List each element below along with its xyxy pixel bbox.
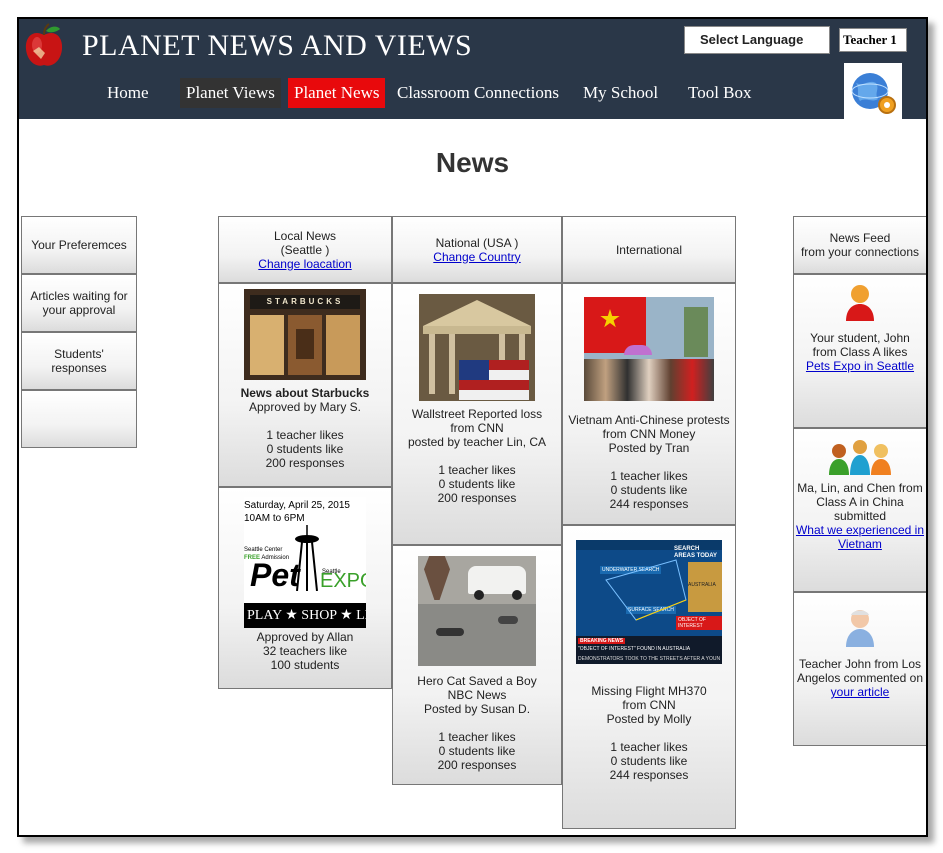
poster-time: 10AM to 6PM: [244, 513, 305, 524]
card-source: from CNN Money: [602, 427, 696, 441]
card-posted-by: Posted by Tran: [608, 441, 690, 455]
card-headline[interactable]: Missing Flight MH370: [565, 684, 733, 698]
feed-item-link[interactable]: What we experienced in Vietnam: [795, 523, 925, 551]
news-card-mh370[interactable]: SEARCH AREAS TODAY AUSTRALIA UNDERWATER …: [562, 525, 736, 829]
menu-label: Articles waiting for your approval: [30, 289, 128, 317]
ticker-crawl: DEMONSTRATORS TOOK TO THE STREETS AFTER …: [578, 656, 720, 662]
globe-settings-icon[interactable]: [844, 63, 902, 119]
nav-home[interactable]: Home: [101, 78, 155, 108]
poster-date: Saturday, April 25, 2015: [244, 500, 350, 511]
column-title: National (USA ): [435, 235, 519, 250]
card-source: NBC News: [447, 688, 507, 702]
page-title: News: [435, 147, 510, 178]
teacher-likes: 1 teacher likes: [610, 740, 688, 754]
column-header-local: Local News (Seattle ) Change loacation: [218, 216, 392, 283]
news-card-starbucks[interactable]: STARBUCKS News about Starbucks Approved …: [218, 283, 392, 487]
site-title[interactable]: PLANET NEWS AND VIEWS: [82, 29, 472, 63]
menu-articles-waiting[interactable]: Articles waiting for your approval: [21, 274, 137, 332]
ticker-breaking: BREAKING NEWS: [578, 638, 626, 644]
feed-item: Ma, Lin, and Chen from Class A in China …: [793, 428, 926, 592]
starbucks-image[interactable]: STARBUCKS: [244, 289, 366, 380]
teacher-avatar-icon: [846, 610, 874, 647]
feed-item-text: Teacher John from Los Angelos commented …: [796, 657, 924, 685]
teacher-likes: 1 teacher likes: [438, 730, 516, 744]
hero-cat-image[interactable]: [418, 556, 536, 666]
student-likes: 0 students like: [266, 442, 344, 456]
nav-classroom-connections[interactable]: Classroom Connections: [391, 78, 565, 108]
language-select[interactable]: Select Language: [684, 26, 830, 54]
page-frame: PLANET NEWS AND VIEWS Select Language Te…: [17, 17, 928, 837]
feed-item-text: Ma, Lin, and Chen from Class A in China …: [797, 481, 923, 523]
news-card-wallstreet[interactable]: Wallstreet Reported loss from CNN posted…: [392, 283, 562, 545]
news-card-hero-cat[interactable]: Hero Cat Saved a Boy NBC News Posted by …: [392, 545, 562, 785]
card-headline[interactable]: Vietnam Anti-Chinese protests: [565, 413, 733, 427]
news-feed-header: News Feed from your connections: [793, 216, 926, 274]
poster-bottom-banner: PLAY ★ SHOP ★ LE: [244, 603, 366, 628]
menu-students-responses[interactable]: Students' responses: [21, 332, 137, 390]
menu-label: Students' responses: [51, 347, 107, 375]
mh370-map-image[interactable]: SEARCH AREAS TODAY AUSTRALIA UNDERWATER …: [576, 540, 722, 664]
starbucks-sign: STARBUCKS: [250, 295, 360, 309]
response-count: 200 responses: [437, 758, 517, 772]
student-likes: 100 students: [270, 658, 340, 672]
response-count: 200 responses: [437, 491, 517, 505]
card-headline[interactable]: Wallstreet Reported loss: [395, 407, 559, 421]
response-count: 200 responses: [265, 456, 345, 470]
poster-pet: Pet: [250, 557, 300, 593]
site-header: PLANET NEWS AND VIEWS Select Language Te…: [19, 19, 926, 119]
student-likes: 0 students like: [610, 483, 688, 497]
menu-your-preferences[interactable]: Your Preferemces: [21, 216, 137, 274]
poster-expo: EXPO: [320, 570, 366, 592]
column-header-international: International: [562, 216, 736, 283]
student-likes: 0 students like: [610, 754, 688, 768]
column-title: Local News: [273, 228, 337, 243]
teacher-likes: 1 teacher likes: [610, 469, 688, 483]
card-posted-by: Posted by Molly: [606, 712, 692, 726]
card-source: from CNN: [450, 421, 504, 435]
card-headline[interactable]: Hero Cat Saved a Boy: [395, 674, 559, 688]
card-approved-by: Approved by Allan: [256, 630, 354, 644]
card-headline[interactable]: News about Starbucks: [221, 386, 389, 400]
nav-planet-views[interactable]: Planet Views: [180, 78, 281, 108]
column-subtitle: (Seattle ): [280, 242, 330, 257]
card-source: from CNN: [622, 698, 676, 712]
student-avatar-icon: [846, 285, 874, 321]
feed-item-text: Your student, John from Class A likes: [810, 331, 910, 359]
feed-item: Teacher John from Los Angelos commented …: [793, 592, 926, 746]
feed-subtitle: from your connections: [800, 245, 920, 259]
nav-tool-box[interactable]: Tool Box: [682, 78, 758, 108]
teacher-likes: 32 teachers like: [262, 644, 348, 658]
column-title: International: [615, 242, 683, 257]
apple-logo-icon[interactable]: [23, 23, 65, 69]
menu-empty-item[interactable]: [21, 390, 137, 448]
nav-planet-news[interactable]: Planet News: [288, 78, 386, 108]
card-posted-by: posted by teacher Lin, CA: [407, 435, 547, 449]
feed-title: News Feed: [829, 231, 891, 245]
change-country-link[interactable]: Change Country: [433, 250, 520, 264]
nav-my-school[interactable]: My School: [577, 78, 664, 108]
response-count: 244 responses: [609, 768, 689, 782]
wallstreet-image[interactable]: [419, 294, 535, 401]
news-card-pet-expo[interactable]: Saturday, April 25, 2015 10AM to 6PM Sea…: [218, 487, 392, 689]
ticker-headline: "OBJECT OF INTEREST" FOUND IN AUSTRALIA: [578, 646, 691, 652]
card-approved-by: Approved by Mary S.: [248, 400, 362, 414]
student-likes: 0 students like: [438, 744, 516, 758]
teacher-likes: 1 teacher likes: [266, 428, 344, 442]
vietnam-protest-image[interactable]: [584, 297, 714, 401]
change-location-link[interactable]: Change loacation: [258, 257, 351, 271]
feed-item-link[interactable]: your article: [831, 685, 890, 699]
teacher-likes: 1 teacher likes: [438, 463, 516, 477]
column-header-national: National (USA ) Change Country: [392, 216, 562, 283]
card-posted-by: Posted by Susan D.: [423, 702, 531, 716]
student-likes: 0 students like: [438, 477, 516, 491]
news-card-vietnam[interactable]: Vietnam Anti-Chinese protests from CNN M…: [562, 283, 736, 525]
feed-item: Your student, John from Class A likes Pe…: [793, 274, 926, 428]
menu-label: Your Preferemces: [31, 238, 127, 252]
feed-item-link[interactable]: Pets Expo in Seattle: [800, 359, 920, 373]
group-avatar-icon: [829, 440, 891, 475]
pet-expo-poster[interactable]: Saturday, April 25, 2015 10AM to 6PM Sea…: [244, 497, 366, 628]
user-select[interactable]: Teacher 1: [839, 28, 907, 52]
response-count: 244 responses: [609, 497, 689, 511]
